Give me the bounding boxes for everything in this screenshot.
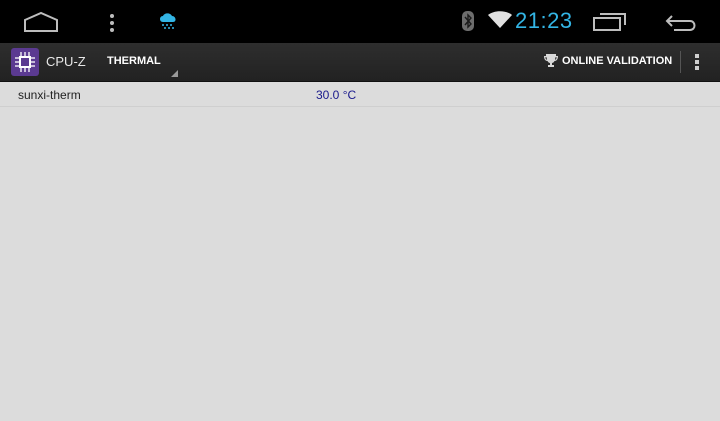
home-icon[interactable] bbox=[22, 11, 60, 33]
online-validation-label: ONLINE VALIDATION bbox=[562, 55, 673, 67]
recent-apps-icon[interactable] bbox=[592, 12, 628, 32]
spinner-indicator-icon bbox=[171, 70, 178, 77]
menu-dots-icon[interactable] bbox=[108, 13, 116, 33]
tab-spinner[interactable]: THERMAL bbox=[98, 43, 180, 81]
wifi-icon bbox=[488, 11, 512, 28]
action-bar-divider bbox=[680, 51, 681, 73]
weather-snow-icon bbox=[160, 13, 176, 29]
bluetooth-icon bbox=[462, 11, 474, 31]
app-title: CPU-Z bbox=[46, 54, 86, 69]
back-icon[interactable] bbox=[664, 12, 698, 32]
sensor-name: sunxi-therm bbox=[18, 88, 81, 102]
cpu-z-logo-icon[interactable] bbox=[11, 48, 39, 76]
tab-spinner-label: THERMAL bbox=[107, 55, 161, 67]
online-validation-button[interactable]: ONLINE VALIDATION bbox=[538, 43, 674, 81]
list-item: sunxi-therm 30.0 °C bbox=[0, 82, 720, 107]
sensor-temperature: 30.0 °C bbox=[316, 88, 357, 102]
overflow-menu-button[interactable] bbox=[682, 43, 712, 81]
action-bar: CPU-Z THERMAL ONLINE VALIDATION bbox=[0, 43, 720, 82]
trophy-icon bbox=[544, 54, 558, 67]
clock: 21:23 bbox=[515, 8, 573, 33]
system-status-bar: 21:23 bbox=[0, 0, 720, 43]
thermal-list: sunxi-therm 30.0 °C bbox=[0, 82, 720, 421]
overflow-menu-icon bbox=[695, 54, 699, 70]
